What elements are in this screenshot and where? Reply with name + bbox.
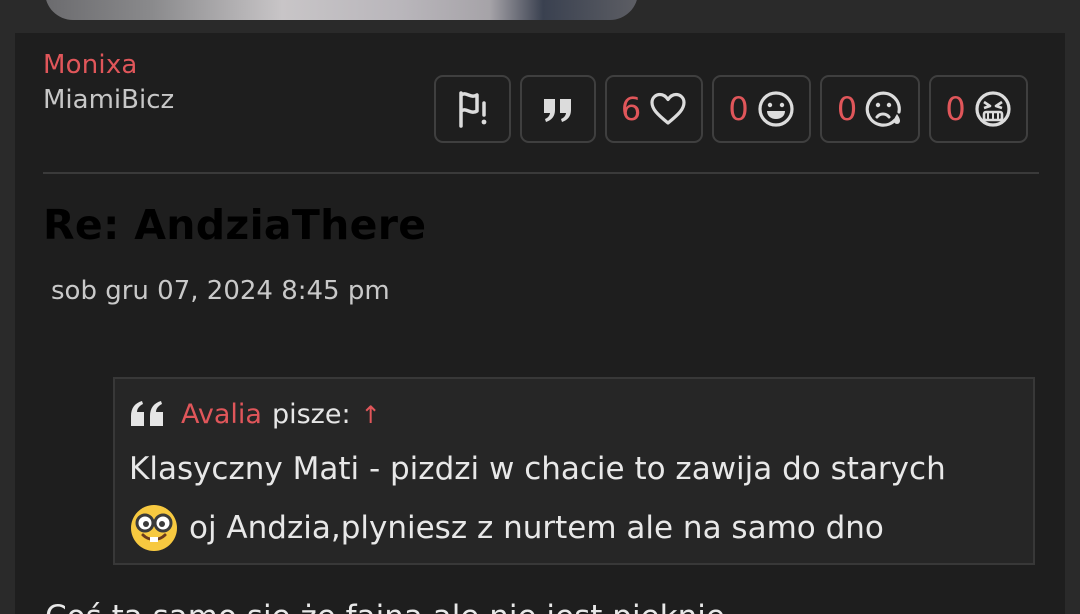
flag-icon (458, 91, 486, 128)
reaction-heart-button[interactable]: 6 (605, 75, 703, 143)
reaction-count: 6 (620, 90, 642, 128)
post-card: Monixa MiamiBicz 6 0 0 0 Re: AndziaThere… (15, 33, 1065, 614)
user-rank: MiamiBicz (43, 85, 175, 115)
header-divider (43, 172, 1039, 174)
quote-block: Avalia pisze: ↑ Klasyczny Mati - pizdzi … (113, 377, 1035, 565)
quote-says-label: pisze: (271, 399, 351, 430)
reaction-smile-button[interactable]: 0 (712, 75, 811, 143)
nerd-face-icon (131, 505, 177, 551)
reaction-count: 0 (945, 90, 966, 128)
reaction-sad-button[interactable]: 0 (820, 75, 920, 143)
report-button[interactable] (434, 75, 511, 143)
reaction-angry-button[interactable]: 0 (929, 75, 1028, 143)
quote-text-line: oj Andzia,plyniesz z nurtem ale na samo … (129, 503, 884, 553)
angry-icon (975, 91, 1011, 127)
username-link[interactable]: Monixa (43, 50, 138, 80)
quote-icon (544, 99, 571, 122)
smile-icon (758, 91, 794, 127)
reaction-count: 0 (728, 90, 749, 128)
quote-author-link[interactable]: Avalia (181, 399, 262, 430)
sad-icon (865, 91, 902, 127)
post-body-text: Coś ta samo się że fajna ale nie jest pi… (45, 599, 725, 614)
page: Monixa MiamiBicz 6 0 0 0 Re: AndziaThere… (0, 0, 1080, 614)
quote-mark-icon (131, 400, 163, 426)
quote-header: Avalia pisze: ↑ (129, 399, 381, 430)
quote-text-line: Klasyczny Mati - pizdzi w chacie to zawi… (129, 451, 946, 487)
post-date: sob gru 07, 2024 8:45 pm (51, 276, 390, 306)
jump-to-post-arrow[interactable]: ↑ (361, 401, 381, 429)
heart-icon (650, 92, 686, 125)
quote-button[interactable] (520, 75, 596, 143)
attached-image[interactable] (45, 0, 638, 20)
quote-text: oj Andzia,plyniesz z nurtem ale na samo … (189, 510, 884, 546)
post-title[interactable]: Re: AndziaThere (43, 201, 426, 249)
reaction-count: 0 (836, 90, 858, 128)
